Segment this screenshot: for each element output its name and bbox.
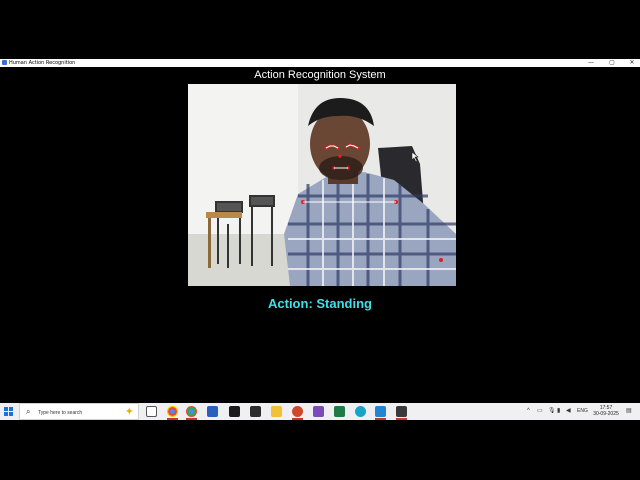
network-icon[interactable]: ▭ <box>537 407 543 415</box>
python-idle-icon[interactable] <box>396 406 407 417</box>
microphone-icon[interactable]: 🎙 <box>548 407 556 415</box>
app-window: Action Recognition System Action: Standi… <box>0 67 640 403</box>
sparkle-icon: ✦ <box>124 406 134 418</box>
chrome-active-indicator <box>186 418 197 420</box>
close-button[interactable]: ✕ <box>625 59 639 67</box>
tray-chevron-icon[interactable]: ^ <box>527 407 530 415</box>
edge-icon[interactable] <box>355 406 366 417</box>
vscode-active-indicator <box>375 418 386 420</box>
maximize-button[interactable]: ▢ <box>605 59 619 67</box>
vscode-icon[interactable] <box>375 406 386 417</box>
powerpoint-active-indicator <box>292 418 303 420</box>
chrome-icon[interactable] <box>167 406 178 417</box>
minimize-button[interactable]: — <box>584 59 598 67</box>
clock-date: 30-09-2025 <box>593 411 619 417</box>
file-explorer-icon[interactable] <box>271 406 282 417</box>
search-icon: ⌕ <box>26 407 31 416</box>
task-view-icon[interactable] <box>146 406 157 417</box>
chrome-icon[interactable] <box>186 406 197 417</box>
photos-icon[interactable] <box>229 406 240 417</box>
windows-start-icon[interactable] <box>4 407 13 416</box>
excel-icon[interactable] <box>334 406 345 417</box>
table-leg <box>208 218 211 268</box>
taskbar-search[interactable]: ⌕ Type here to search ✦ <box>19 403 139 420</box>
taskbar: ⌕ Type here to search ✦ ^ ▭ 🎙 ▮ ◀ ENG 17… <box>0 403 640 420</box>
notification-icon[interactable]: ▤ <box>626 407 632 415</box>
powerpoint-icon[interactable] <box>292 406 303 417</box>
visual-studio-icon[interactable] <box>313 406 324 417</box>
taskbar-clock[interactable]: 17:57 30-09-2025 <box>588 405 624 417</box>
language-indicator[interactable]: ENG <box>577 407 588 415</box>
table-top <box>206 212 242 218</box>
page-title: Action Recognition System <box>254 69 386 81</box>
volume-icon[interactable]: ◀ <box>566 407 571 415</box>
floor <box>188 234 298 286</box>
action-label: Action: Standing <box>0 296 640 311</box>
action-value: Standing <box>316 296 372 311</box>
webcam-feed <box>188 84 456 286</box>
terminal-icon[interactable] <box>250 406 261 417</box>
word-icon[interactable] <box>207 406 218 417</box>
chrome-active-indicator <box>167 418 178 420</box>
app-icon <box>2 60 7 65</box>
battery-icon[interactable]: ▮ <box>557 407 560 415</box>
window-title: Human Action Recognition <box>9 60 76 66</box>
python-active-indicator <box>396 418 407 420</box>
window-titlebar[interactable]: Human Action Recognition — ▢ ✕ <box>0 59 640 67</box>
search-placeholder: Type here to search <box>38 410 83 416</box>
action-prefix: Action: <box>268 296 317 311</box>
webcam-frame-svg <box>188 84 456 286</box>
